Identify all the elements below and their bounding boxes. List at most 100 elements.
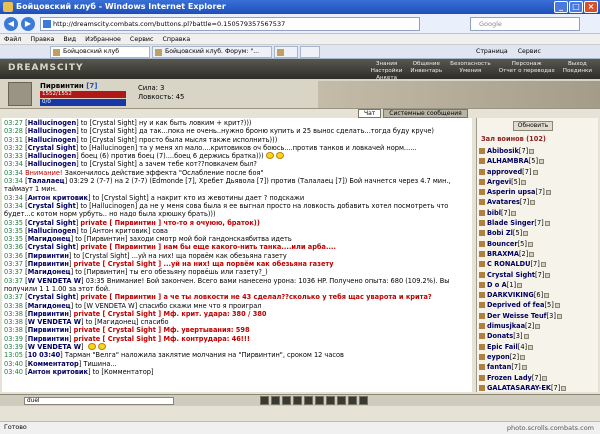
info-icon[interactable] [545, 190, 551, 196]
user-name[interactable]: eypon [487, 353, 510, 361]
game-menu-item[interactable]: Инвентарь [410, 68, 442, 74]
info-icon[interactable] [530, 200, 536, 206]
game-menu-item[interactable]: Настройки [371, 68, 403, 74]
user-name[interactable]: approved [487, 168, 522, 176]
info-icon[interactable] [545, 272, 551, 278]
user-list-item[interactable]: Asperin upsa[7] [479, 187, 597, 197]
tool-icon[interactable] [326, 396, 335, 405]
info-icon[interactable] [529, 251, 535, 257]
chat-nick[interactable]: Hallucinogen [28, 119, 76, 127]
address-bar[interactable]: http://dreamscity.combats.com/buttons.pl… [40, 17, 420, 31]
user-name[interactable]: fantan [487, 363, 511, 371]
user-name[interactable]: Der Weisse Teuf [487, 312, 547, 320]
user-list-item[interactable]: BRAXMA[2] [479, 249, 597, 259]
menu-item[interactable]: Правка [30, 34, 54, 44]
user-name[interactable]: Avatares [487, 198, 520, 206]
info-icon[interactable] [523, 334, 529, 340]
game-menu-item[interactable]: Выход [563, 61, 592, 67]
chat-nick[interactable]: Hallucinogen [28, 160, 76, 168]
info-icon[interactable] [556, 313, 562, 319]
chat-log[interactable]: 03:27 [Hallucinogen] to [Crystal Sight] … [2, 118, 472, 392]
user-name[interactable]: D o A [487, 281, 507, 289]
chat-nick[interactable]: Магидонец [28, 235, 71, 243]
chat-nick[interactable]: Пирвинтин [28, 310, 69, 318]
game-menu-item[interactable]: Персонаж [499, 61, 555, 67]
info-icon[interactable] [544, 293, 550, 299]
back-icon[interactable]: ◀ [4, 17, 18, 31]
chat-nick[interactable]: Crystal Sight [28, 243, 76, 251]
info-icon[interactable] [532, 169, 538, 175]
chat-nick[interactable]: Пирвинтин [28, 335, 69, 343]
player-name[interactable]: Пирвинтин [7] [40, 82, 97, 90]
tab-3[interactable] [274, 46, 298, 58]
tab-2[interactable]: Бойцовский клуб. Форум: "... [152, 46, 272, 58]
menu-item[interactable]: Сервис [130, 34, 154, 44]
tool-icon[interactable] [348, 396, 357, 405]
user-list-item[interactable]: Avatares[7] [479, 197, 597, 207]
chat-nick[interactable]: Магидонец [28, 268, 71, 276]
game-menu-item[interactable]: Умения [450, 68, 491, 74]
user-list-item[interactable]: bibl[7] [479, 208, 597, 218]
user-list-item[interactable]: Crystal Sight[7] [479, 270, 597, 280]
chat-nick[interactable]: Hallucinogen [28, 152, 76, 160]
user-name[interactable]: Epic Fail [487, 343, 518, 351]
game-menu-item[interactable]: Общение [410, 61, 442, 67]
user-list-item[interactable]: dimusjkaa[2] [479, 321, 597, 331]
game-menu-item[interactable]: Знания [371, 61, 403, 67]
menu-item[interactable]: Избранное [85, 34, 121, 44]
close-button[interactable]: × [584, 1, 598, 13]
menu-item[interactable]: Вид [63, 34, 76, 44]
search-box[interactable]: Google [470, 17, 580, 31]
tool-icon[interactable] [282, 396, 291, 405]
info-icon[interactable] [529, 149, 535, 154]
user-list-item[interactable]: Deprived of fea[5] [479, 300, 597, 310]
tool-icon[interactable] [315, 396, 324, 405]
user-name[interactable]: bibl [487, 209, 501, 217]
chat-nick[interactable]: Crystal Sight [28, 144, 76, 152]
new-tab[interactable] [300, 46, 320, 58]
user-list-item[interactable]: Bouncer[5] [479, 239, 597, 249]
info-icon[interactable] [521, 179, 527, 185]
chat-nick[interactable]: Crystal Sight [28, 293, 76, 301]
user-name[interactable]: BRAXMA [487, 250, 519, 258]
tool-icon[interactable] [337, 396, 346, 405]
user-list-item[interactable]: Epic Fail[4] [479, 342, 597, 352]
chat-nick[interactable]: Внимание! [25, 169, 62, 177]
tool-icon[interactable] [271, 396, 280, 405]
tab-system-messages[interactable]: Системные сообщения [383, 109, 468, 118]
user-name[interactable]: Abibosik [487, 147, 519, 155]
tool-icon[interactable] [260, 396, 269, 405]
user-list-item[interactable]: Donats[3] [479, 331, 597, 341]
info-icon[interactable] [520, 354, 526, 360]
user-list-item[interactable]: Bobi Zl[5] [479, 228, 597, 238]
chat-nick[interactable]: Crystal Sight [28, 219, 76, 227]
tab-1[interactable]: Бойцовский клуб [50, 46, 150, 58]
user-name[interactable]: ALHAMBRA [487, 157, 529, 165]
user-list-item[interactable]: eypon[2] [479, 352, 597, 362]
maximize-button[interactable]: □ [569, 1, 583, 13]
chat-nick[interactable]: Пирвинтин [28, 260, 69, 268]
chat-nick[interactable]: Талалаец [28, 177, 65, 185]
info-icon[interactable] [528, 344, 534, 350]
chat-nick[interactable]: Пирвинтин [28, 252, 69, 260]
info-icon[interactable] [544, 221, 550, 227]
user-list-item[interactable]: DARKVIKING[6] [479, 290, 597, 300]
user-name[interactable]: Donats [487, 332, 513, 340]
user-name[interactable]: Bobi Zl [487, 229, 513, 237]
user-name[interactable]: Bouncer [487, 240, 518, 248]
user-list-item[interactable]: D o A[1] [479, 280, 597, 290]
user-name[interactable]: Crystal Sight [487, 271, 535, 279]
chat-nick[interactable]: Антон критовик [28, 194, 88, 202]
chat-nick[interactable]: Антон критовик [28, 368, 88, 376]
user-list-item[interactable]: approved[7] [479, 167, 597, 177]
tool-icon[interactable] [359, 396, 368, 405]
chat-nick[interactable]: W VENDETA W [28, 343, 81, 351]
user-name[interactable]: Frozen Lady [487, 374, 532, 382]
minimize-button[interactable]: _ [554, 1, 568, 13]
info-icon[interactable] [521, 365, 527, 371]
chat-nick[interactable]: Комментатор [28, 360, 79, 368]
user-list-item[interactable]: C RONALDU[7] [479, 259, 597, 269]
user-list-item[interactable]: Abibosik[7] [479, 146, 597, 156]
chat-input[interactable]: duel [24, 397, 174, 405]
tool-icon[interactable] [293, 396, 302, 405]
